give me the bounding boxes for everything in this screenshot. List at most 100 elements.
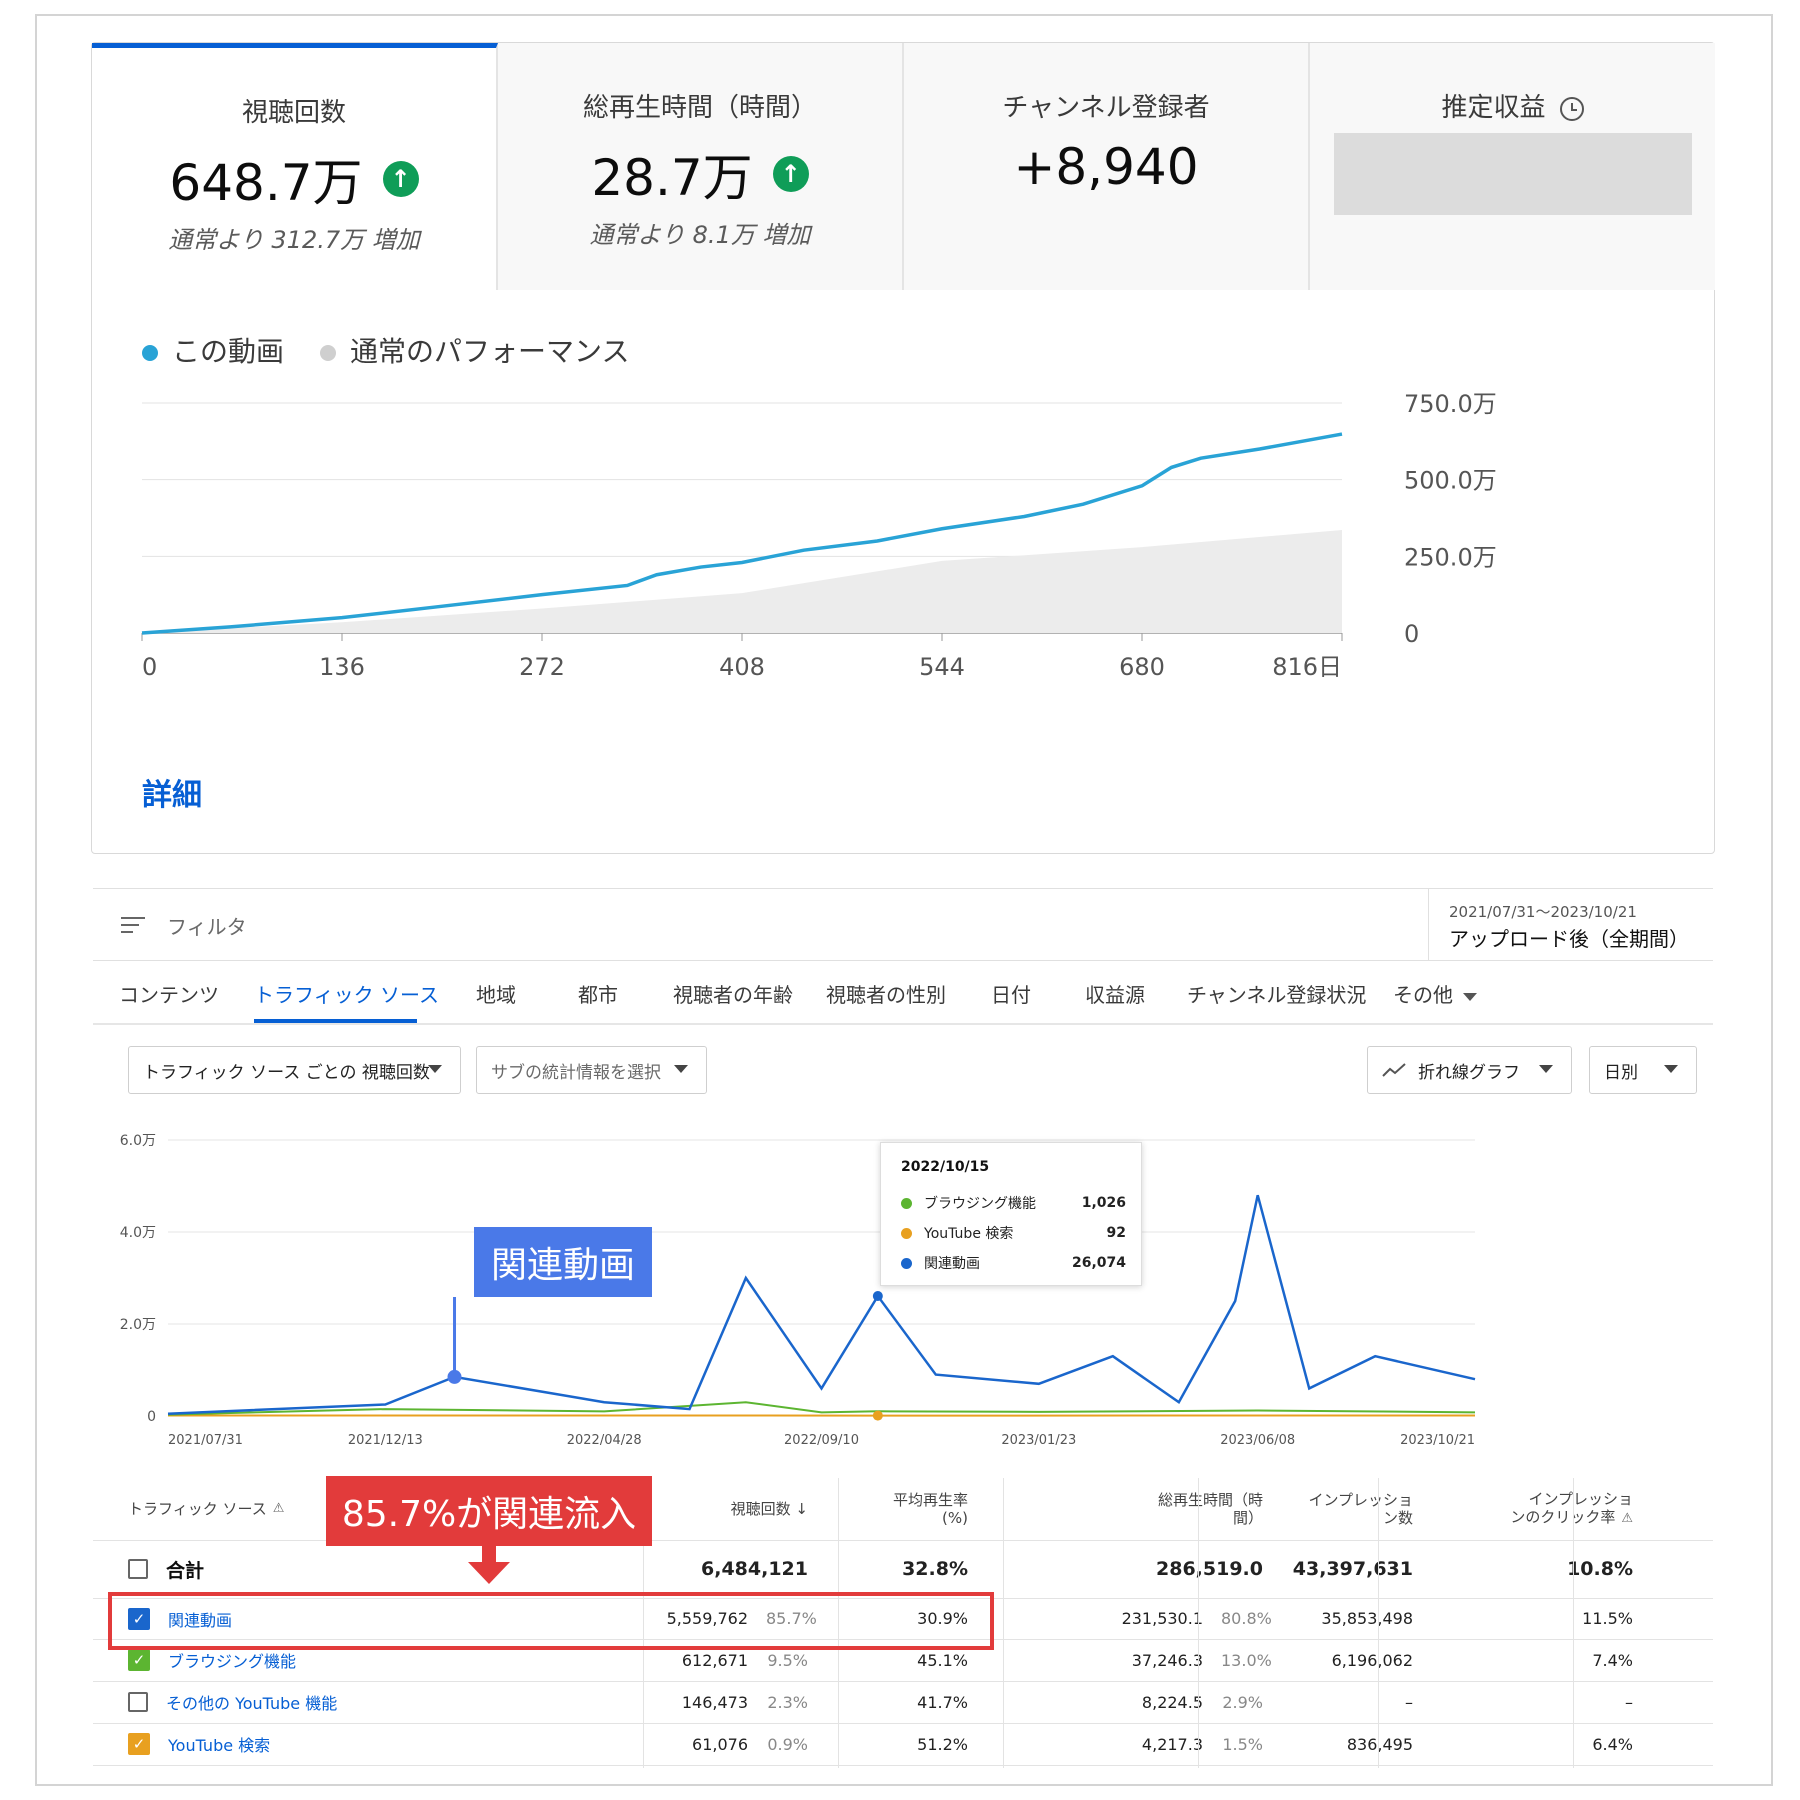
metric-value: 28.7万 xyxy=(591,149,753,207)
chevron-down-icon xyxy=(674,1065,688,1073)
x-tick-label: 2021/07/31 xyxy=(168,1433,243,1448)
chart-type-select[interactable]: 折れ線グラフ xyxy=(1367,1046,1572,1094)
granularity-select[interactable]: 日別 xyxy=(1589,1046,1697,1094)
source-link[interactable]: YouTube 検索 xyxy=(168,1732,270,1756)
tab-viewer-gender[interactable]: 視聴者の性別 xyxy=(826,979,946,1008)
column-divider xyxy=(1573,1478,1574,1768)
metric-value: 648.7万 xyxy=(169,154,363,212)
header-text: 平均再生率 xyxy=(892,1491,968,1509)
tooltip-row: 関連動画 26,074 xyxy=(901,1253,1126,1273)
arrow-up-icon: ↑ xyxy=(772,156,809,192)
highlight-box xyxy=(108,1592,994,1650)
tab-revenue-source[interactable]: 収益源 xyxy=(1085,979,1145,1008)
y-tick-label: 6.0万 xyxy=(120,1133,156,1149)
metric-tab-revenue[interactable]: 推定収益 xyxy=(1310,43,1715,290)
x-tick-label: 544 xyxy=(919,653,965,681)
metric-value-row: +8,940 xyxy=(904,138,1308,196)
metric-title: 推定収益 xyxy=(1441,93,1546,123)
tab-city[interactable]: 都市 xyxy=(578,979,618,1008)
views-value: 61,076 xyxy=(692,1734,748,1754)
chevron-down-icon xyxy=(1539,1065,1553,1073)
tab-date[interactable]: 日付 xyxy=(991,979,1031,1008)
header-watch-time[interactable]: 総再生時間（時 間） xyxy=(1003,1478,1263,1540)
header-avg-percent[interactable]: 平均再生率 (%) xyxy=(838,1478,968,1540)
line-chart-icon xyxy=(1382,1063,1406,1077)
filter-icon[interactable] xyxy=(121,917,145,935)
active-tab-indicator xyxy=(254,1019,417,1023)
checkbox[interactable] xyxy=(128,1559,148,1579)
watch-percent: 2.9% xyxy=(1222,1692,1263,1712)
metric-tab-watch-time[interactable]: 総再生時間（時間） 28.7万 ↑ 通常より 8.1万 増加 xyxy=(498,43,904,290)
metric-value: +8,940 xyxy=(1013,138,1199,196)
details-link[interactable]: 詳細 xyxy=(142,770,202,814)
y-tick-label: 0 xyxy=(1404,620,1419,648)
checkbox[interactable]: ✓ xyxy=(128,1649,150,1671)
metric-tab-views[interactable]: 視聴回数 648.7万 ↑ 通常より 312.7万 増加 xyxy=(92,43,498,290)
tab-subscription-status[interactable]: チャンネル登録状況 xyxy=(1187,979,1366,1008)
total-label-cell: 合計 xyxy=(93,1540,204,1598)
source-cell: ✓ YouTube 検索 xyxy=(93,1723,270,1765)
source-link[interactable]: その他の YouTube 機能 xyxy=(166,1690,337,1714)
legend-this-video: この動画 xyxy=(142,330,284,370)
watch-cell: 37,246.3 13.0% xyxy=(1003,1639,1272,1681)
avg-value: 51.2% xyxy=(917,1734,968,1754)
header-views[interactable]: 視聴回数 ↓ xyxy=(643,1478,808,1540)
date-range-dates: 2021/07/31〜2023/10/21 xyxy=(1449,903,1637,921)
y-tick-label: 2.0万 xyxy=(120,1317,156,1333)
metric-select-value: トラフィック ソース ごとの 視聴回数 xyxy=(143,1062,430,1083)
series-dot xyxy=(901,1227,912,1239)
y-tick-label: 0 xyxy=(147,1409,156,1425)
ctr-value: 6.4% xyxy=(1592,1734,1633,1754)
tab-traffic-source[interactable]: トラフィック ソース xyxy=(254,979,439,1008)
views-percent: 9.5% xyxy=(767,1650,808,1670)
hover-point xyxy=(872,1291,883,1302)
header-impressions[interactable]: インプレッショ ン数 xyxy=(1273,1478,1413,1540)
x-tick-label: 272 xyxy=(519,653,565,681)
series-dot xyxy=(901,1257,912,1269)
tab-geography[interactable]: 地域 xyxy=(476,979,516,1008)
warning-icon: ⚠ xyxy=(272,1501,285,1516)
checkbox[interactable]: ✓ xyxy=(128,1733,150,1755)
sub-metric-placeholder: サブの統計情報を選択 xyxy=(491,1062,661,1083)
x-tick-label: 0 xyxy=(142,653,157,681)
impressions-value: 35,853,498 xyxy=(1321,1609,1413,1628)
header-ctr-line2: ンのクリック率 ⚠ xyxy=(1510,1508,1633,1528)
sub-metric-select[interactable]: サブの統計情報を選択 xyxy=(476,1046,707,1094)
metric-comparison: 通常より 8.1万 増加 xyxy=(589,221,811,249)
metric-tab-subscribers[interactable]: チャンネル登録者 +8,940 xyxy=(904,43,1310,290)
arrow-up-icon: ↑ xyxy=(382,161,419,197)
tab-more[interactable]: その他 xyxy=(1393,979,1477,1008)
header-text: 総再生時間（時 xyxy=(1157,1491,1263,1509)
legend-label: この動画 xyxy=(172,335,285,368)
x-tick-label: 136 xyxy=(319,653,365,681)
y-tick-label: 250.0万 xyxy=(1404,543,1497,571)
metric-title: 総再生時間（時間） xyxy=(582,93,817,123)
header-ctr[interactable]: インプレッショ ンのクリック率 ⚠ xyxy=(1453,1478,1633,1540)
redacted-revenue-value xyxy=(1334,133,1692,215)
y-tick-label: 4.0万 xyxy=(120,1225,156,1241)
watch-value: 8,224.5 xyxy=(1141,1692,1203,1712)
legend-dot xyxy=(142,345,158,361)
chart-type-value: 折れ線グラフ xyxy=(1418,1062,1520,1083)
tab-viewer-age[interactable]: 視聴者の年齢 xyxy=(673,979,793,1008)
metric-value-row: 648.7万 ↑ xyxy=(92,143,496,215)
watch-cell: 4,217.3 1.5% xyxy=(1003,1723,1263,1765)
tab-content[interactable]: コンテンツ xyxy=(119,979,219,1008)
tooltip-series-name: YouTube 検索 xyxy=(924,1226,1014,1242)
ctr-value: – xyxy=(1625,1692,1633,1712)
callout-point xyxy=(447,1369,462,1384)
metric-title: チャンネル登録者 xyxy=(1002,93,1210,123)
date-range-picker[interactable]: 2021/07/31〜2023/10/21 アップロード後（全期間） xyxy=(1428,889,1714,961)
x-tick-label: 2023/10/21 xyxy=(1400,1433,1475,1448)
metric-select[interactable]: トラフィック ソース ごとの 視聴回数 xyxy=(128,1046,461,1094)
source-link[interactable]: ブラウジング機能 xyxy=(168,1648,296,1672)
impressions-value: 6,196,062 xyxy=(1331,1650,1413,1670)
filter-label[interactable]: フィルタ xyxy=(167,911,247,940)
table-total-row: 合計 6,484,121 32.8% 286,519.0 43,397,631 … xyxy=(93,1540,1713,1599)
header-source[interactable]: トラフィック ソース ⚠ xyxy=(128,1478,284,1540)
checkbox[interactable] xyxy=(128,1692,148,1712)
chevron-down-icon xyxy=(1463,992,1477,1001)
watch-cell: 231,530.1 80.8% xyxy=(1003,1598,1272,1639)
watch-cell: 8,224.5 2.9% xyxy=(1003,1681,1263,1723)
tooltip-row: ブラウジング機能 1,026 xyxy=(901,1193,1126,1213)
